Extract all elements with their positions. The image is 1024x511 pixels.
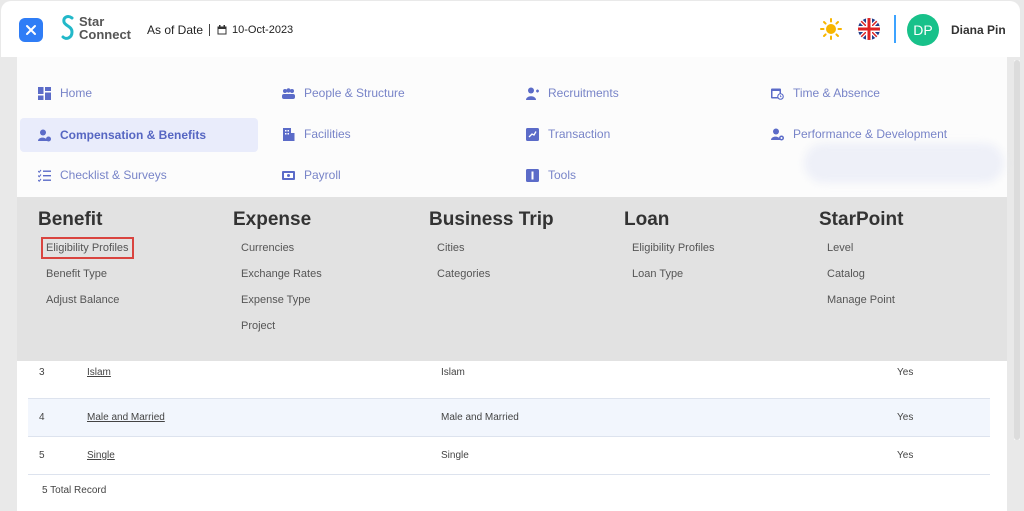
submenu-item-project[interactable]: Project <box>233 319 322 345</box>
expense-title: Expense <box>233 209 312 230</box>
close-menu-button[interactable] <box>19 18 43 42</box>
checklist-icon <box>37 168 51 182</box>
submenu-item-manage-point[interactable]: Manage Point <box>819 293 903 319</box>
row-number: 5 <box>39 450 45 461</box>
menu-item-time-absence[interactable]: Time & Absence <box>770 77 880 109</box>
close-icon <box>26 25 36 35</box>
row-description: Islam <box>441 367 465 378</box>
as-of-date-value: 10-Oct-2023 <box>232 24 294 36</box>
menu-item-label: Performance & Development <box>793 127 948 141</box>
row-description: Single <box>441 450 469 461</box>
menu-item-label: Recruitments <box>548 86 619 100</box>
building-icon <box>281 127 295 141</box>
menu-item-tools[interactable]: Tools <box>525 159 576 191</box>
submenu-item-categories[interactable]: Categories <box>429 267 554 293</box>
page-scrollbar[interactable] <box>1014 60 1020 440</box>
row-number: 3 <box>39 367 45 378</box>
scrollbar-thumb[interactable] <box>1014 60 1020 440</box>
header-divider <box>894 15 896 43</box>
menu-item-recruitments[interactable]: Recruitments <box>525 77 619 109</box>
menu-item-label: Time & Absence <box>793 86 880 100</box>
benefit-title: Benefit <box>38 209 103 230</box>
calendar-clock-icon <box>770 86 784 100</box>
menu-item-label: Checklist & Surveys <box>60 168 167 182</box>
total-records: 5 Total Record <box>42 485 107 496</box>
menu-item-label: Compensation & Benefits <box>60 128 207 142</box>
menu-item-label: People & Structure <box>304 86 405 100</box>
compensation-benefits-submenu: Benefit Eligibility Profiles Benefit Typ… <box>17 197 1007 361</box>
people-icon <box>281 86 295 100</box>
table-row[interactable]: 4 Male and Married Male and Married Yes <box>28 399 990 437</box>
payroll-icon <box>281 168 295 182</box>
theme-toggle[interactable] <box>820 18 842 45</box>
language-selector[interactable] <box>858 18 880 40</box>
table-row[interactable]: 3 Islam Islam Yes <box>28 361 990 399</box>
transaction-icon <box>525 127 539 141</box>
calendar-icon <box>217 25 227 35</box>
menu-item-label: Payroll <box>304 168 341 182</box>
submenu-item-currencies[interactable]: Currencies <box>233 241 322 267</box>
business-trip-column: Business Trip Cities Categories <box>429 197 554 293</box>
dashboard-icon <box>37 86 51 100</box>
eligibility-table: 3 Islam Islam Yes 4 Male and Married Mal… <box>17 361 1007 511</box>
logo-line2: Connect <box>79 27 131 42</box>
row-active: Yes <box>897 412 914 423</box>
user-name[interactable]: Diana Pin <box>951 23 1006 37</box>
menu-item-label: Tools <box>548 168 577 182</box>
menu-item-facilities[interactable]: Facilities <box>281 118 351 150</box>
logo-icon <box>61 15 74 40</box>
submenu-item-benefit-type[interactable]: Benefit Type <box>38 267 129 293</box>
user-money-icon <box>37 128 51 142</box>
submenu-item-expense-type[interactable]: Expense Type <box>233 293 322 319</box>
submenu-item-exchange-rates[interactable]: Exchange Rates <box>233 267 322 293</box>
menu-item-compensation-benefits[interactable]: Compensation & Benefits <box>20 118 258 152</box>
starpoint-column: StarPoint Level Catalog Manage Point <box>819 197 903 319</box>
star-connect-logo[interactable]: Star Connect <box>61 14 131 42</box>
menu-item-label: Home <box>60 86 93 100</box>
uk-flag-icon <box>858 18 880 40</box>
menu-item-people-structure[interactable]: People & Structure <box>281 77 405 109</box>
sun-icon <box>820 18 842 40</box>
row-description: Male and Married <box>441 412 519 423</box>
business-trip-title: Business Trip <box>429 209 554 230</box>
menu-item-transaction[interactable]: Transaction <box>525 118 610 150</box>
as-of-date[interactable]: As of Date 10-Oct-2023 <box>147 23 293 37</box>
submenu-item-eligibility-profiles[interactable]: Eligibility Profiles <box>38 237 134 267</box>
menu-item-label: Transaction <box>548 127 611 141</box>
menu-item-label: Facilities <box>304 127 351 141</box>
avatar[interactable]: DP <box>907 14 939 46</box>
user-gear-icon <box>770 127 784 141</box>
tools-icon <box>525 168 539 182</box>
loan-column: Loan Eligibility Profiles Loan Type <box>624 197 715 293</box>
separator <box>209 24 211 36</box>
starpoint-title: StarPoint <box>819 209 904 230</box>
expense-column: Expense Currencies Exchange Rates Expens… <box>233 197 322 345</box>
user-add-icon <box>525 86 539 100</box>
menu-item-checklist-surveys[interactable]: Checklist & Surveys <box>37 159 167 191</box>
submenu-item-cities[interactable]: Cities <box>429 241 554 267</box>
loan-title: Loan <box>624 209 670 230</box>
row-active: Yes <box>897 450 914 461</box>
top-bar: Star Connect As of Date 10-Oct-2023 DP D… <box>1 1 1020 57</box>
menu-item-payroll[interactable]: Payroll <box>281 159 341 191</box>
submenu-item-level[interactable]: Level <box>819 241 903 267</box>
row-active: Yes <box>897 367 914 378</box>
row-name-link[interactable]: Single <box>87 437 115 475</box>
menu-item-performance-development[interactable]: Performance & Development <box>770 118 947 150</box>
row-number: 4 <box>39 412 45 423</box>
menu-item-home[interactable]: Home <box>37 77 92 109</box>
main-menu: Home People & Structure Recruitments Tim… <box>17 57 1007 197</box>
avatar-initials: DP <box>913 22 933 38</box>
submenu-item-loan-eligibility-profiles[interactable]: Eligibility Profiles <box>624 241 715 267</box>
submenu-item-loan-type[interactable]: Loan Type <box>624 267 715 293</box>
row-name-link[interactable]: Islam <box>87 361 111 399</box>
row-name-link[interactable]: Male and Married <box>87 399 165 437</box>
table-row[interactable]: 5 Single Single Yes <box>28 437 990 475</box>
submenu-item-catalog[interactable]: Catalog <box>819 267 903 293</box>
submenu-item-adjust-balance[interactable]: Adjust Balance <box>38 293 129 319</box>
as-of-label: As of Date <box>147 23 204 37</box>
benefit-column: Benefit Eligibility Profiles Benefit Typ… <box>38 197 134 319</box>
